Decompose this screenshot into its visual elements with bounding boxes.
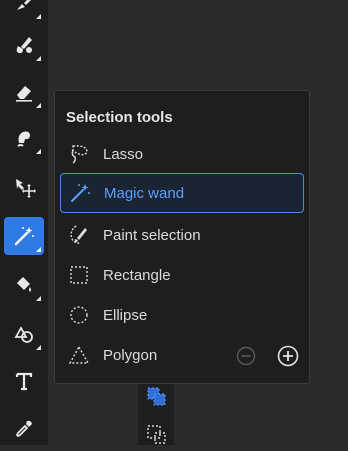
ellipse-select-icon (67, 303, 99, 327)
selection-add-mode[interactable] (146, 386, 168, 413)
selection-tools-popover: Selection tools Lasso Magic wand Paint s… (54, 90, 310, 384)
paint-bucket-icon (17, 277, 31, 292)
move-icon (16, 179, 36, 198)
menu-item-rectangle[interactable]: Rectangle (60, 255, 304, 295)
eraser-tool[interactable] (4, 73, 44, 111)
polygon-remove-point-button[interactable] (235, 345, 257, 367)
menu-item-label: Lasso (103, 145, 144, 163)
menu-item-label: Paint selection (103, 226, 201, 244)
smudge-icon (17, 131, 30, 147)
eyedropper-icon (15, 420, 32, 438)
type-icon (15, 372, 33, 391)
lasso-icon (67, 142, 99, 166)
move-tool[interactable] (4, 168, 44, 206)
menu-item-label: Magic wand (104, 184, 185, 202)
menu-item-label: Ellipse (103, 306, 148, 324)
shape-tool[interactable] (4, 315, 44, 353)
paint-bucket-tool[interactable] (4, 266, 44, 304)
add-selection-icon (147, 387, 166, 406)
paint-selection-icon (67, 223, 99, 247)
rectangle-select-icon (67, 263, 99, 287)
polygon-select-icon (67, 343, 99, 367)
magic-wand-icon (68, 181, 100, 205)
popover-title: Selection tools (66, 109, 173, 126)
menu-item-magic-wand[interactable]: Magic wand (60, 173, 304, 213)
fill-brush-tool[interactable] (4, 26, 44, 64)
menu-item-label: Rectangle (103, 266, 171, 284)
brush-tool[interactable] (4, 0, 44, 22)
menu-item-paint-selection[interactable]: Paint selection (60, 215, 304, 255)
brush-icon (17, 0, 31, 10)
menu-item-lasso[interactable]: Lasso (60, 134, 304, 174)
selection-mode-strip (138, 380, 174, 445)
menu-item-ellipse[interactable]: Ellipse (60, 295, 304, 335)
eyedropper-tool[interactable] (4, 410, 44, 448)
menu-item-label: Polygon (103, 346, 158, 364)
minus-circle-icon (236, 346, 256, 366)
menu-item-polygon[interactable]: Polygon (60, 335, 304, 375)
type-tool[interactable] (4, 362, 44, 400)
magic-wand-tool[interactable] (4, 217, 44, 255)
paint-brush-icon (16, 37, 32, 54)
magic-wand-icon (14, 227, 34, 246)
shapes-icon (14, 326, 33, 343)
eraser-icon (16, 86, 32, 102)
polygon-add-point-button[interactable] (277, 345, 299, 367)
smudge-tool[interactable] (4, 119, 44, 157)
rectangle-select-icon (147, 425, 166, 444)
plus-circle-icon (277, 345, 299, 367)
tool-toolbar (0, 0, 48, 445)
selection-new-mode[interactable] (146, 424, 168, 451)
